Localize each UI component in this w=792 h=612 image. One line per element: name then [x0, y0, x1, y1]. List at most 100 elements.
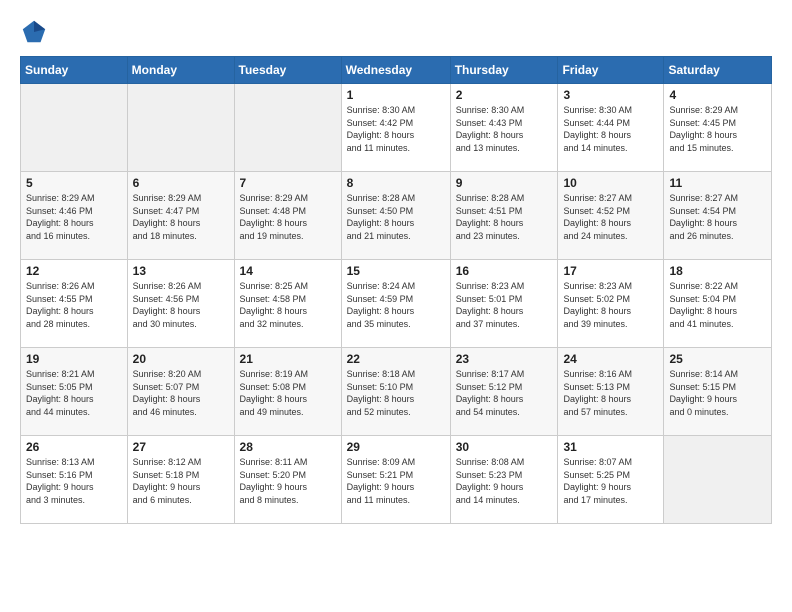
weekday-header-saturday: Saturday	[664, 57, 772, 84]
day-number: 17	[563, 264, 658, 278]
day-number: 15	[347, 264, 445, 278]
day-number: 13	[133, 264, 229, 278]
day-number: 24	[563, 352, 658, 366]
calendar-day-21: 21 Sunrise: 8:19 AM Sunset: 5:08 PM Dayli…	[234, 348, 341, 436]
calendar-table: SundayMondayTuesdayWednesdayThursdayFrid…	[20, 56, 772, 524]
weekday-header-thursday: Thursday	[450, 57, 558, 84]
day-info: Sunrise: 8:11 AM Sunset: 5:20 PM Dayligh…	[240, 456, 336, 506]
day-info: Sunrise: 8:30 AM Sunset: 4:43 PM Dayligh…	[456, 104, 553, 154]
day-info: Sunrise: 8:30 AM Sunset: 4:44 PM Dayligh…	[563, 104, 658, 154]
day-info: Sunrise: 8:14 AM Sunset: 5:15 PM Dayligh…	[669, 368, 766, 418]
day-info: Sunrise: 8:22 AM Sunset: 5:04 PM Dayligh…	[669, 280, 766, 330]
day-number: 30	[456, 440, 553, 454]
calendar-week-row: 1 Sunrise: 8:30 AM Sunset: 4:42 PM Daylig…	[21, 84, 772, 172]
calendar-day-19: 19 Sunrise: 8:21 AM Sunset: 5:05 PM Dayli…	[21, 348, 128, 436]
calendar-day-16: 16 Sunrise: 8:23 AM Sunset: 5:01 PM Dayli…	[450, 260, 558, 348]
day-number: 29	[347, 440, 445, 454]
day-number: 23	[456, 352, 553, 366]
day-info: Sunrise: 8:08 AM Sunset: 5:23 PM Dayligh…	[456, 456, 553, 506]
day-number: 11	[669, 176, 766, 190]
calendar-day-22: 22Sunrise: 8:18 AM Sunset: 5:10 PM Dayli…	[341, 348, 450, 436]
day-number: 21	[240, 352, 336, 366]
calendar-empty-cell	[234, 84, 341, 172]
page: SundayMondayTuesdayWednesdayThursdayFrid…	[0, 0, 792, 534]
day-number: 2	[456, 88, 553, 102]
day-number: 19	[26, 352, 122, 366]
day-number: 26	[26, 440, 122, 454]
day-info: Sunrise: 8:29 AM Sunset: 4:47 PM Dayligh…	[133, 192, 229, 242]
logo	[20, 18, 50, 46]
day-info: Sunrise: 8:13 AM Sunset: 5:16 PM Dayligh…	[26, 456, 122, 506]
day-number: 1	[347, 88, 445, 102]
calendar-week-row: 5 Sunrise: 8:29 AM Sunset: 4:46 PM Daylig…	[21, 172, 772, 260]
day-number: 25	[669, 352, 766, 366]
day-number: 14	[240, 264, 336, 278]
calendar-day-14: 14 Sunrise: 8:25 AM Sunset: 4:58 PM Dayli…	[234, 260, 341, 348]
day-info: Sunrise: 8:19 AM Sunset: 5:08 PM Dayligh…	[240, 368, 336, 418]
day-info: Sunrise: 8:25 AM Sunset: 4:58 PM Dayligh…	[240, 280, 336, 330]
calendar-week-row: 19 Sunrise: 8:21 AM Sunset: 5:05 PM Dayli…	[21, 348, 772, 436]
day-info: Sunrise: 8:21 AM Sunset: 5:05 PM Dayligh…	[26, 368, 122, 418]
day-info: Sunrise: 8:17 AM Sunset: 5:12 PM Dayligh…	[456, 368, 553, 418]
day-number: 16	[456, 264, 553, 278]
day-number: 20	[133, 352, 229, 366]
calendar-day-1: 1 Sunrise: 8:30 AM Sunset: 4:42 PM Daylig…	[341, 84, 450, 172]
day-info: Sunrise: 8:26 AM Sunset: 4:55 PM Dayligh…	[26, 280, 122, 330]
day-info: Sunrise: 8:16 AM Sunset: 5:13 PM Dayligh…	[563, 368, 658, 418]
calendar-week-row: 12Sunrise: 8:26 AM Sunset: 4:55 PM Dayli…	[21, 260, 772, 348]
day-number: 18	[669, 264, 766, 278]
day-info: Sunrise: 8:07 AM Sunset: 5:25 PM Dayligh…	[563, 456, 658, 506]
calendar-day-9: 9Sunrise: 8:28 AM Sunset: 4:51 PM Daylig…	[450, 172, 558, 260]
calendar-day-2: 2 Sunrise: 8:30 AM Sunset: 4:43 PM Daylig…	[450, 84, 558, 172]
day-info: Sunrise: 8:23 AM Sunset: 5:02 PM Dayligh…	[563, 280, 658, 330]
day-number: 28	[240, 440, 336, 454]
day-number: 9	[456, 176, 553, 190]
calendar-day-17: 17 Sunrise: 8:23 AM Sunset: 5:02 PM Dayli…	[558, 260, 664, 348]
calendar-day-18: 18 Sunrise: 8:22 AM Sunset: 5:04 PM Dayli…	[664, 260, 772, 348]
day-info: Sunrise: 8:20 AM Sunset: 5:07 PM Dayligh…	[133, 368, 229, 418]
calendar-day-28: 28 Sunrise: 8:11 AM Sunset: 5:20 PM Dayli…	[234, 436, 341, 524]
weekday-header-friday: Friday	[558, 57, 664, 84]
calendar-day-27: 27Sunrise: 8:12 AM Sunset: 5:18 PM Dayli…	[127, 436, 234, 524]
calendar-day-15: 15Sunrise: 8:24 AM Sunset: 4:59 PM Dayli…	[341, 260, 450, 348]
logo-icon	[20, 18, 48, 46]
header	[20, 18, 772, 46]
day-info: Sunrise: 8:23 AM Sunset: 5:01 PM Dayligh…	[456, 280, 553, 330]
day-info: Sunrise: 8:27 AM Sunset: 4:52 PM Dayligh…	[563, 192, 658, 242]
day-number: 4	[669, 88, 766, 102]
calendar-empty-cell	[664, 436, 772, 524]
calendar-day-4: 4 Sunrise: 8:29 AM Sunset: 4:45 PM Daylig…	[664, 84, 772, 172]
weekday-header-sunday: Sunday	[21, 57, 128, 84]
calendar-empty-cell	[21, 84, 128, 172]
day-info: Sunrise: 8:30 AM Sunset: 4:42 PM Dayligh…	[347, 104, 445, 154]
day-info: Sunrise: 8:12 AM Sunset: 5:18 PM Dayligh…	[133, 456, 229, 506]
calendar-day-23: 23 Sunrise: 8:17 AM Sunset: 5:12 PM Dayli…	[450, 348, 558, 436]
day-number: 3	[563, 88, 658, 102]
weekday-header-monday: Monday	[127, 57, 234, 84]
calendar-day-30: 30 Sunrise: 8:08 AM Sunset: 5:23 PM Dayli…	[450, 436, 558, 524]
day-number: 10	[563, 176, 658, 190]
day-info: Sunrise: 8:27 AM Sunset: 4:54 PM Dayligh…	[669, 192, 766, 242]
calendar-day-29: 29 Sunrise: 8:09 AM Sunset: 5:21 PM Dayli…	[341, 436, 450, 524]
calendar-day-26: 26 Sunrise: 8:13 AM Sunset: 5:16 PM Dayli…	[21, 436, 128, 524]
calendar-day-12: 12Sunrise: 8:26 AM Sunset: 4:55 PM Dayli…	[21, 260, 128, 348]
calendar-day-24: 24 Sunrise: 8:16 AM Sunset: 5:13 PM Dayli…	[558, 348, 664, 436]
calendar-day-11: 11 Sunrise: 8:27 AM Sunset: 4:54 PM Dayli…	[664, 172, 772, 260]
day-number: 8	[347, 176, 445, 190]
day-info: Sunrise: 8:26 AM Sunset: 4:56 PM Dayligh…	[133, 280, 229, 330]
day-info: Sunrise: 8:09 AM Sunset: 5:21 PM Dayligh…	[347, 456, 445, 506]
calendar-day-7: 7Sunrise: 8:29 AM Sunset: 4:48 PM Daylig…	[234, 172, 341, 260]
day-info: Sunrise: 8:29 AM Sunset: 4:48 PM Dayligh…	[240, 192, 336, 242]
calendar-day-10: 10 Sunrise: 8:27 AM Sunset: 4:52 PM Dayli…	[558, 172, 664, 260]
day-info: Sunrise: 8:28 AM Sunset: 4:50 PM Dayligh…	[347, 192, 445, 242]
day-info: Sunrise: 8:18 AM Sunset: 5:10 PM Dayligh…	[347, 368, 445, 418]
calendar-day-6: 6 Sunrise: 8:29 AM Sunset: 4:47 PM Daylig…	[127, 172, 234, 260]
calendar-day-13: 13 Sunrise: 8:26 AM Sunset: 4:56 PM Dayli…	[127, 260, 234, 348]
day-number: 6	[133, 176, 229, 190]
day-info: Sunrise: 8:29 AM Sunset: 4:45 PM Dayligh…	[669, 104, 766, 154]
calendar-day-5: 5 Sunrise: 8:29 AM Sunset: 4:46 PM Daylig…	[21, 172, 128, 260]
day-number: 31	[563, 440, 658, 454]
calendar-day-31: 31 Sunrise: 8:07 AM Sunset: 5:25 PM Dayli…	[558, 436, 664, 524]
day-info: Sunrise: 8:29 AM Sunset: 4:46 PM Dayligh…	[26, 192, 122, 242]
day-number: 5	[26, 176, 122, 190]
